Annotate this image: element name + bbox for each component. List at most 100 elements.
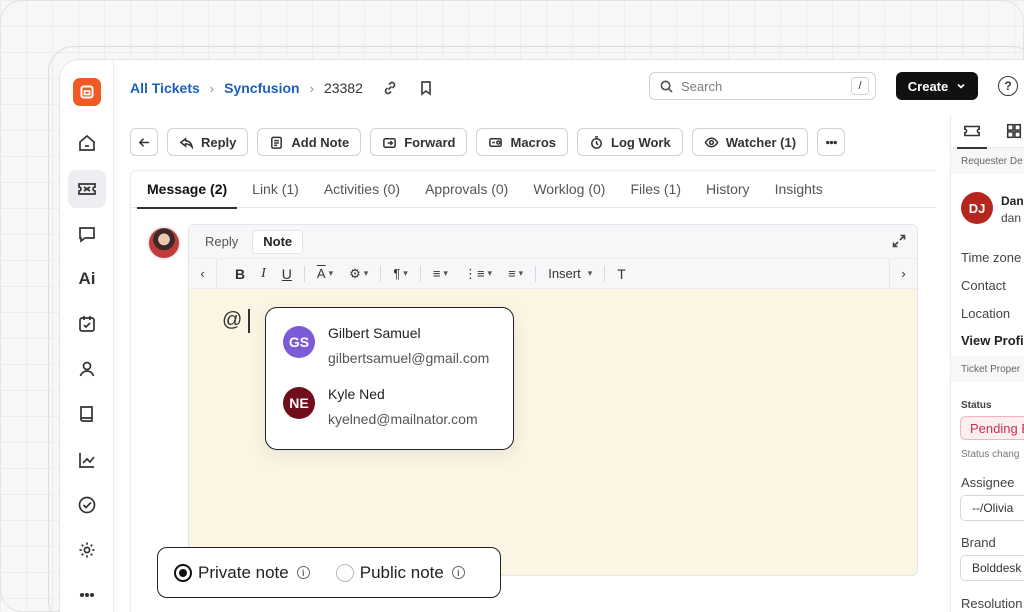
divider [535, 265, 537, 282]
ticket-details-tab[interactable] [951, 114, 993, 149]
timer-icon [591, 135, 602, 149]
note-icon [271, 136, 283, 149]
brand-label: Brand [961, 535, 996, 550]
knowledge-book-icon[interactable] [68, 395, 106, 433]
location-label: Location [961, 306, 1011, 321]
expand-icon[interactable] [891, 233, 909, 251]
help-icon[interactable]: ? [998, 76, 1018, 96]
insert-dropdown[interactable]: Insert ▾ [540, 259, 600, 289]
log-work-button[interactable]: Log Work [577, 128, 683, 156]
underline-icon[interactable]: U [274, 259, 300, 289]
note-visibility-toggle: Private note i Public note i [157, 547, 501, 598]
bold-icon[interactable]: B [227, 259, 253, 289]
mention-item[interactable]: NE Kyle Ned kyelned@mailnator.com [283, 386, 503, 437]
approval-check-icon[interactable] [68, 486, 106, 524]
divider [303, 265, 305, 282]
grid-icon [1006, 123, 1022, 138]
divider [604, 265, 606, 282]
bookmark-icon[interactable] [417, 79, 435, 97]
arrow-left-icon [138, 137, 149, 147]
eye-icon [704, 137, 719, 147]
mention-email: gilbertsamuel@gmail.com [328, 350, 490, 366]
home-icon[interactable] [68, 124, 106, 162]
font-size-icon[interactable]: A ▾ [309, 259, 341, 289]
chat-icon[interactable] [68, 215, 106, 253]
align-icon[interactable]: ≡ ▾ [425, 259, 456, 289]
create-button[interactable]: Create [896, 72, 978, 100]
settings-gear-icon[interactable] [68, 531, 106, 569]
status-label: Status [961, 400, 992, 411]
assignee-field[interactable]: --/Olivia [960, 495, 1024, 521]
breadcrumb-project[interactable]: Syncfusion [224, 80, 299, 96]
ticket-icon[interactable] [68, 170, 106, 208]
highlight-color-icon[interactable]: ⚙ ▾ [341, 259, 376, 289]
mention-item[interactable]: GS Gilbert Samuel gilbertsamuel@gmail.co… [283, 325, 503, 376]
macros-button[interactable]: Macros [476, 128, 569, 156]
boldesk-logo-icon[interactable] [73, 78, 101, 106]
breadcrumb-all-tickets[interactable]: All Tickets [130, 80, 200, 96]
macros-icon [489, 137, 503, 147]
ticket-details-panel: Requester De DJ Dan dan Time zone Contac… [950, 114, 1024, 612]
status-badge[interactable]: Pending E [960, 416, 1024, 440]
view-profile-link[interactable]: View Profile [961, 333, 1024, 348]
tab-history[interactable]: History [706, 171, 750, 207]
contact-icon[interactable] [68, 350, 106, 388]
ticket-id: 23382 [323, 80, 363, 96]
tab-reply-mode[interactable]: Reply [195, 230, 248, 254]
tab-approvals[interactable]: Approvals (0) [425, 171, 508, 207]
search-placeholder: Search [681, 78, 723, 94]
indent-icon[interactable]: ≡ ▾ [500, 259, 531, 289]
more-dots-icon [825, 140, 837, 144]
status-note: Status chang [961, 449, 1020, 460]
public-note-radio[interactable] [335, 563, 354, 582]
time-zone-label: Time zone [961, 250, 1022, 265]
reply-button[interactable]: Reply [167, 128, 249, 156]
mention-suggestions: GS Gilbert Samuel gilbertsamuel@gmail.co… [265, 307, 514, 450]
apps-tab[interactable] [993, 114, 1024, 148]
mention-name: Gilbert Samuel [328, 325, 421, 341]
mention-name: Kyle Ned [328, 386, 385, 402]
add-note-button[interactable]: Add Note [257, 128, 362, 156]
italic-icon[interactable]: I [253, 259, 274, 289]
sidebar: Ai [60, 60, 114, 612]
reply-icon [179, 136, 194, 150]
forward-icon [383, 137, 397, 148]
tab-files[interactable]: Files (1) [630, 171, 681, 207]
watcher-button[interactable]: Watcher (1) [691, 128, 809, 156]
private-note-option[interactable]: Private note i [174, 563, 310, 583]
divider [380, 265, 382, 282]
requester-avatar: DJ [961, 192, 993, 224]
avatar: NE [283, 387, 315, 419]
requester-name[interactable]: Dan [1001, 194, 1024, 208]
chevron-left-icon[interactable]: ‹ [189, 258, 217, 289]
tab-message[interactable]: Message (2) [136, 171, 238, 209]
mention-email: kyelned@mailnator.com [328, 411, 478, 427]
ai-icon[interactable]: Ai [68, 260, 106, 298]
brand-field[interactable]: Bolddesk [960, 555, 1024, 581]
forward-button[interactable]: Forward [370, 128, 468, 156]
search-input[interactable]: Search / [649, 72, 876, 100]
back-button[interactable] [130, 128, 158, 156]
clear-format-icon[interactable]: T [609, 259, 634, 289]
task-icon[interactable] [68, 305, 106, 343]
tab-activities[interactable]: Activities (0) [324, 171, 400, 207]
info-icon[interactable]: i [296, 566, 310, 579]
paragraph-icon[interactable]: ¶ ▾ [385, 259, 416, 289]
public-note-option[interactable]: Public note i [335, 563, 465, 583]
private-note-radio[interactable] [174, 563, 192, 582]
tab-worklog[interactable]: Worklog (0) [533, 171, 605, 207]
copy-link-icon[interactable] [381, 79, 399, 97]
reports-chart-icon[interactable] [68, 441, 106, 479]
tab-link[interactable]: Link (1) [252, 171, 299, 207]
more-dots-icon[interactable] [68, 576, 106, 612]
ticket-properties-header: Ticket Proper [951, 356, 1024, 382]
editor-mode-tabs: Reply Note [189, 225, 917, 259]
list-icon[interactable]: ⋮≡ ▾ [456, 259, 500, 289]
chevron-right-icon[interactable]: › [889, 258, 917, 289]
more-actions-button[interactable] [817, 128, 846, 156]
info-icon[interactable]: i [451, 566, 465, 579]
search-icon [660, 80, 673, 93]
requester-email: dan [1001, 211, 1022, 225]
tab-insights[interactable]: Insights [775, 171, 823, 207]
tab-note-mode[interactable]: Note [252, 229, 304, 254]
